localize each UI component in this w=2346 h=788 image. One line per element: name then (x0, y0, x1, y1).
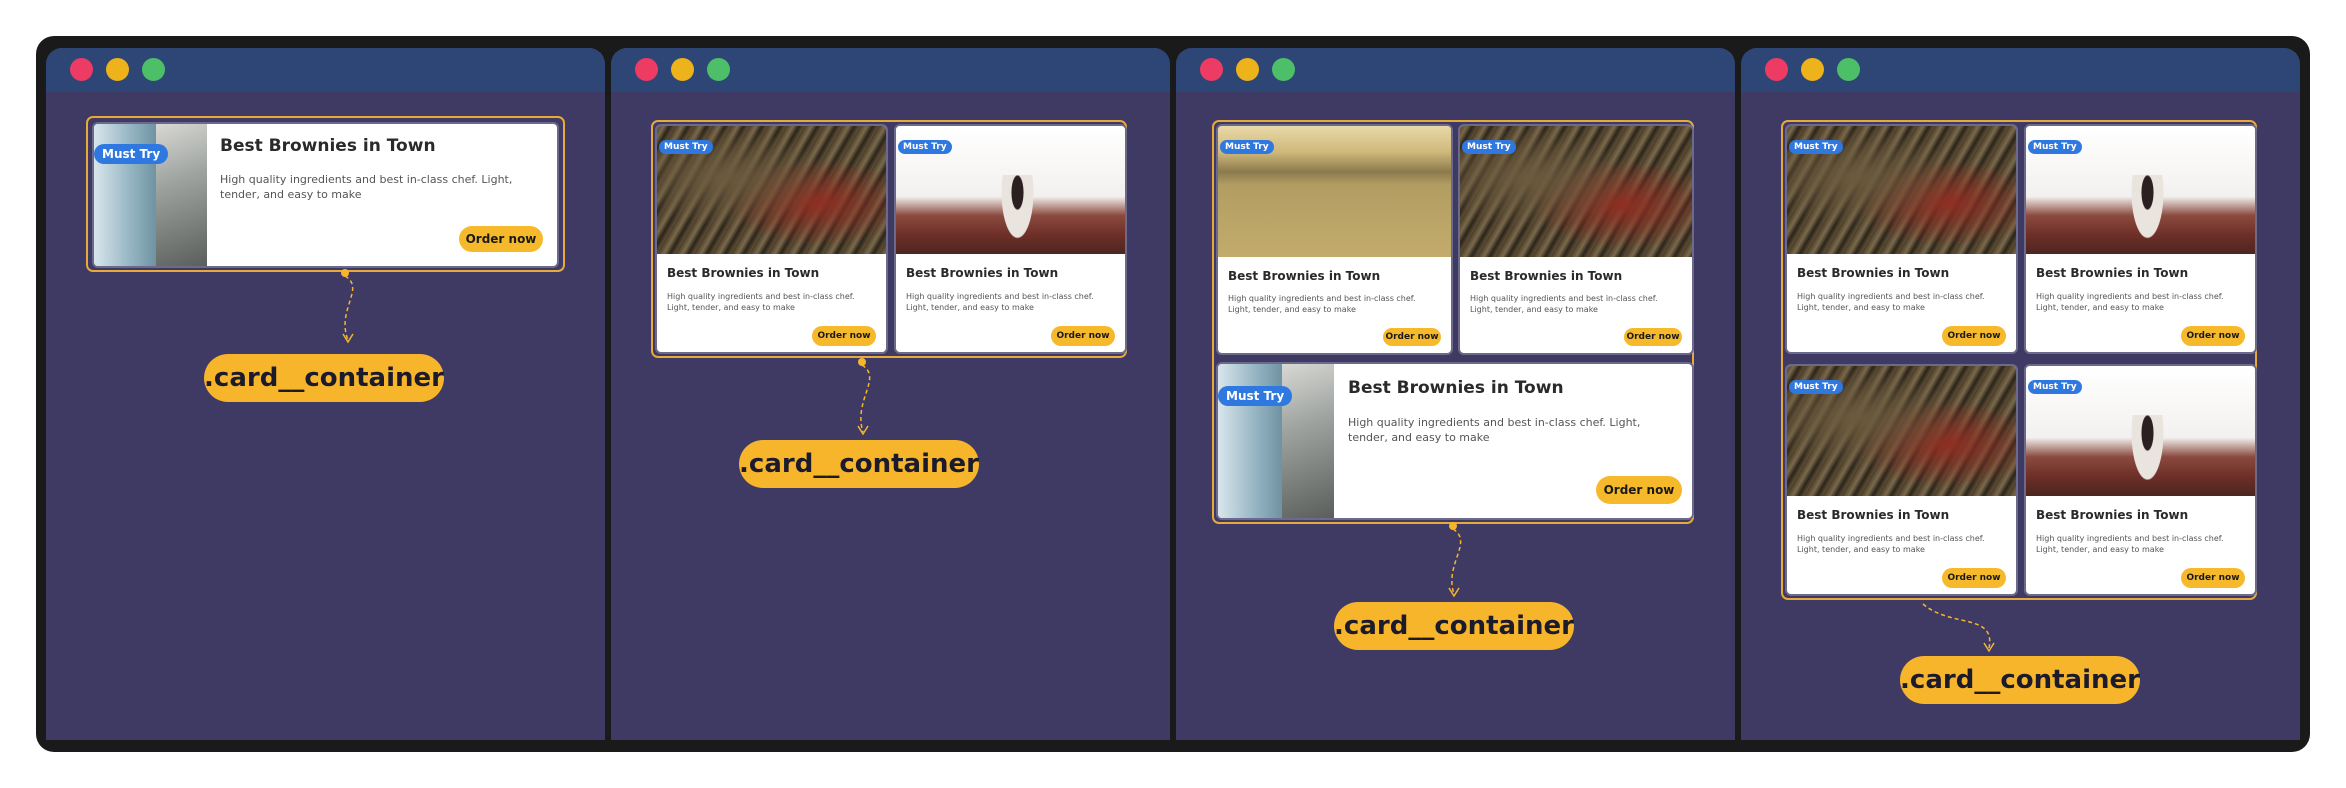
browser-window-2: Must Try Best Brownies in Town High qual… (611, 48, 1170, 740)
card-container-label: .card__container (1334, 602, 1574, 650)
browser-window-1: Must Try Best Brownies in Town High qual… (46, 48, 605, 740)
card-container-label: .card__container (739, 440, 979, 488)
card-container-label: .card__container (204, 354, 444, 402)
connector-arrow (857, 358, 871, 436)
browser-window-4: Must Try Best Brownies in Town High qual… (1741, 48, 2300, 740)
card-container-label: .card__container (1900, 656, 2140, 704)
diagram-frame: Must Try Best Brownies in Town High qual… (36, 36, 2310, 752)
browser-window-3: Must Try Best Brownies in Town High qual… (1176, 48, 1735, 740)
connector-arrow (1922, 603, 1995, 653)
